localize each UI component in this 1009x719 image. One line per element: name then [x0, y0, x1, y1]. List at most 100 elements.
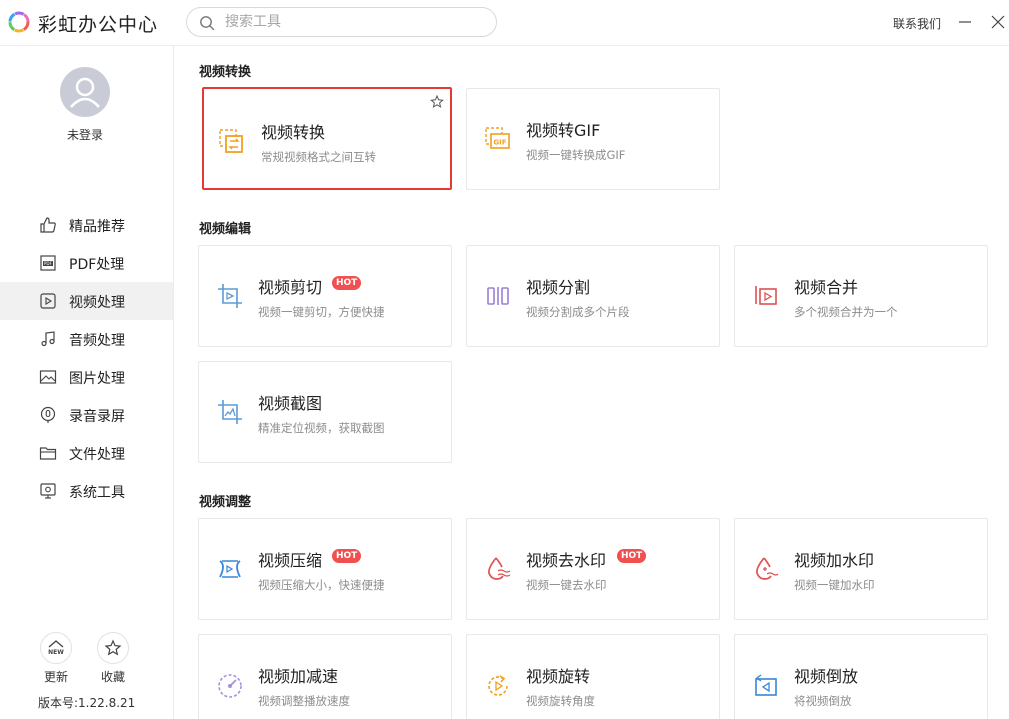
- card-video-screenshot[interactable]: 视频截图 精准定位视频，获取截图: [198, 361, 452, 463]
- folder-icon: [39, 447, 57, 460]
- sidebar-item-video[interactable]: 视频处理: [0, 282, 173, 320]
- remove-watermark-icon: [488, 557, 511, 580]
- sidebar-item-featured[interactable]: 精品推荐: [0, 206, 173, 244]
- sidebar-item-label: 录音录屏: [69, 409, 125, 425]
- rotate-icon: [488, 675, 508, 696]
- search-input[interactable]: [225, 12, 475, 32]
- minimize-icon[interactable]: [956, 13, 974, 31]
- card-title: 视频旋转: [526, 667, 591, 686]
- update-new-icon: NEW: [48, 640, 64, 656]
- section-title-convert: 视频转换: [199, 65, 252, 80]
- sidebar-item-label: 音频处理: [69, 333, 125, 349]
- reverse-icon: [755, 674, 777, 696]
- card-video-compress[interactable]: 视频压缩 HOT 视频压缩大小，快速便捷: [198, 518, 452, 620]
- card-desc: 视频一键剪切，方便快捷: [258, 305, 385, 319]
- card-video-rotate[interactable]: 视频旋转 视频旋转角度: [466, 634, 720, 719]
- update-button[interactable]: NEW: [40, 632, 72, 664]
- screenshot-icon: [218, 400, 242, 424]
- image-icon: [39, 370, 57, 384]
- favorite-label: 收藏: [101, 670, 126, 684]
- sidebar-item-image[interactable]: 图片处理: [0, 358, 173, 396]
- avatar[interactable]: [60, 67, 110, 117]
- sidebar-item-audio[interactable]: 音频处理: [0, 320, 173, 358]
- card-title: 视频截图: [258, 394, 323, 413]
- sidebar-item-label: 图片处理: [69, 371, 125, 387]
- card-video-speed[interactable]: 视频加减速 视频调整播放速度: [198, 634, 452, 719]
- card-video-split[interactable]: 视频分割 视频分割成多个片段: [466, 245, 720, 347]
- sidebar-item-label: 系统工具: [69, 485, 125, 501]
- music-note-icon: [41, 331, 55, 347]
- card-video-convert[interactable]: 视频转换 常规视频格式之间互转: [202, 87, 452, 190]
- card-desc: 视频旋转角度: [526, 694, 595, 708]
- card-title: 视频合并: [794, 278, 859, 297]
- star-icon: [104, 639, 122, 656]
- update-label: 更新: [44, 670, 69, 684]
- card-video-reverse[interactable]: 视频倒放 将视频倒放: [734, 634, 988, 719]
- card-title: 视频转换: [261, 123, 326, 142]
- microphone-icon: [40, 406, 56, 423]
- split-icon: [487, 287, 509, 305]
- favorite-button[interactable]: [97, 632, 129, 664]
- add-watermark-icon: [756, 557, 779, 580]
- speedometer-icon: [218, 674, 242, 698]
- sidebar-item-files[interactable]: 文件处理: [0, 434, 173, 472]
- thumbs-up-icon: [40, 217, 56, 233]
- hot-badge: HOT: [617, 549, 647, 563]
- hot-badge: HOT: [332, 549, 362, 563]
- card-desc: 精准定位视频，获取截图: [258, 421, 385, 435]
- sidebar-item-pdf[interactable]: PDF PDF处理: [0, 244, 173, 282]
- favorite-star-icon[interactable]: [430, 95, 444, 109]
- contact-us-link[interactable]: 联系我们: [893, 15, 941, 32]
- video-convert-icon: [219, 129, 243, 153]
- update-badge: NEW: [48, 649, 64, 656]
- card-title: 视频去水印: [526, 551, 607, 570]
- section-title-adjust: 视频调整: [199, 495, 252, 510]
- card-title: 视频加减速: [258, 667, 339, 686]
- card-desc: 视频一键去水印: [526, 578, 607, 592]
- card-desc: 多个视频合并为一个: [794, 305, 898, 319]
- sidebar-item-label: PDF处理: [69, 257, 125, 273]
- sidebar-item-label: 文件处理: [69, 447, 125, 463]
- sidebar-item-recording[interactable]: 录音录屏: [0, 396, 173, 434]
- app-title: 彩虹办公中心: [38, 14, 159, 36]
- card-title: 视频分割: [526, 278, 591, 297]
- search-box[interactable]: [186, 7, 497, 37]
- card-desc: 视频分割成多个片段: [526, 305, 630, 319]
- card-video-cut[interactable]: 视频剪切 HOT 视频一键剪切，方便快捷: [198, 245, 452, 347]
- card-desc: 常规视频格式之间互转: [261, 150, 376, 164]
- card-title: 视频压缩: [258, 551, 323, 570]
- compress-icon: [219, 560, 241, 578]
- card-video-to-gif[interactable]: GIF 视频转GIF 视频一键转换成GIF: [466, 88, 720, 190]
- login-status[interactable]: 未登录: [0, 126, 170, 143]
- card-remove-watermark[interactable]: 视频去水印 HOT 视频一键去水印: [466, 518, 720, 620]
- crop-icon: [218, 284, 242, 308]
- card-title: 视频剪切: [258, 278, 323, 297]
- sidebar-item-label: 精品推荐: [69, 219, 125, 235]
- card-desc: 将视频倒放: [794, 694, 852, 708]
- card-desc: 视频一键转换成GIF: [526, 148, 626, 162]
- card-title: 视频倒放: [794, 667, 859, 686]
- card-title: 视频加水印: [794, 551, 875, 570]
- sidebar: 未登录 精品推荐 PDF PDF处理 视频处理 音频处理 图片处理 录音录屏 文…: [0, 46, 174, 719]
- card-add-watermark[interactable]: 视频加水印 视频一键加水印: [734, 518, 988, 620]
- gif-icon: GIF: [485, 127, 510, 149]
- video-play-icon: [40, 293, 56, 309]
- rainbow-logo-icon: [8, 11, 30, 33]
- hot-badge: HOT: [332, 276, 362, 290]
- section-title-edit: 视频编辑: [199, 222, 252, 237]
- search-icon: [200, 16, 215, 31]
- title-bar: 彩虹办公中心 联系我们: [0, 0, 1009, 46]
- svg-text:GIF: GIF: [493, 139, 506, 147]
- card-desc: 视频一键加水印: [794, 578, 875, 592]
- sidebar-item-label: 视频处理: [69, 295, 125, 311]
- card-title: 视频转GIF: [526, 121, 601, 140]
- sidebar-item-system[interactable]: 系统工具: [0, 472, 173, 510]
- card-video-merge[interactable]: 视频合并 多个视频合并为一个: [734, 245, 988, 347]
- svg-text:PDF: PDF: [44, 261, 53, 266]
- monitor-gear-icon: [40, 483, 56, 499]
- merge-icon: [755, 286, 777, 305]
- user-avatar-icon: [70, 77, 100, 108]
- card-desc: 视频压缩大小，快速便捷: [258, 578, 385, 592]
- version-label: 版本号:1.22.8.21: [38, 696, 136, 710]
- close-icon[interactable]: [989, 13, 1007, 31]
